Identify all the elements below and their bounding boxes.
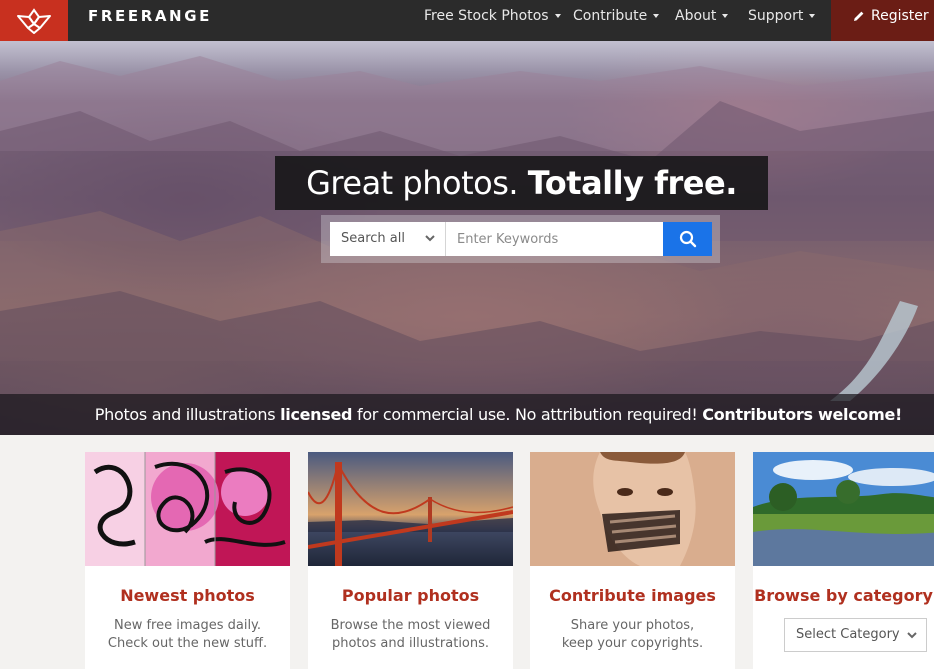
nav-free-stock-photos[interactable]: Free Stock Photos <box>424 0 561 32</box>
nav-label: Contribute <box>573 8 648 24</box>
search-scope-value: Search all <box>341 231 405 246</box>
card-browse-by-category: Browse by category Select Category <box>753 452 934 669</box>
chevron-down-icon <box>907 632 917 639</box>
card-title[interactable]: Newest photos <box>85 586 290 605</box>
top-navbar: FREERANGE Free Stock Photos Contribute A… <box>0 0 934 41</box>
graffiti-thumbnail <box>85 452 290 566</box>
card-description: Share your photos, keep your copyrights. <box>530 617 735 653</box>
search-icon <box>679 230 696 248</box>
card-title[interactable]: Popular photos <box>308 586 513 605</box>
brand-name[interactable]: FREERANGE <box>88 0 212 41</box>
card-title[interactable]: Contribute images <box>530 586 735 605</box>
card-contribute-images[interactable]: Contribute images Share your photos, kee… <box>530 452 735 669</box>
painted-face-thumbnail <box>530 452 735 566</box>
logo[interactable] <box>0 0 68 41</box>
search-bar: Search all <box>321 215 720 263</box>
search-scope-select[interactable]: Search all <box>330 222 446 256</box>
card-desc-line1: Share your photos, <box>570 618 695 633</box>
card-desc-line2: Check out the new stuff. <box>107 636 268 651</box>
meadow-thumbnail <box>753 452 934 566</box>
pencil-icon <box>854 11 864 21</box>
golden-gate-thumbnail <box>308 452 513 566</box>
caret-down-icon <box>554 14 561 18</box>
nav-label: Free Stock Photos <box>424 8 549 24</box>
card-desc-line2: photos and illustrations. <box>331 636 490 651</box>
register-label: Register <box>871 8 929 24</box>
card-desc-line1: Browse the most viewed <box>330 618 491 633</box>
nav-support[interactable]: Support <box>748 0 816 32</box>
card-desc-line2: keep your copyrights. <box>561 636 704 651</box>
nav-about[interactable]: About <box>675 0 729 32</box>
search-button[interactable] <box>663 222 712 256</box>
card-description: New free images daily. Check out the new… <box>85 617 290 653</box>
category-select-value: Select Category <box>796 627 900 642</box>
tagline-licensed: licensed <box>280 405 353 424</box>
hero-headline: Great photos. Totally free. <box>275 156 768 210</box>
nav-label: About <box>675 8 717 24</box>
nav-contribute[interactable]: Contribute <box>573 0 660 32</box>
hero-banner: Great photos. Totally free. Search all P… <box>0 41 934 435</box>
freerange-bird-logo-icon <box>17 7 51 34</box>
search-input[interactable] <box>446 222 663 256</box>
register-button[interactable]: Register <box>831 0 934 41</box>
hero-tagline: Photos and illustrations licensed for co… <box>0 394 934 435</box>
card-description: Browse the most viewed photos and illust… <box>308 617 513 653</box>
chevron-down-icon <box>425 235 435 242</box>
category-select[interactable]: Select Category <box>784 618 927 652</box>
card-newest-photos[interactable]: Newest photos New free images daily. Che… <box>85 452 290 669</box>
card-popular-photos[interactable]: Popular photos Browse the most viewed ph… <box>308 452 513 669</box>
caret-down-icon <box>722 14 729 18</box>
headline-regular: Great photos. <box>306 164 528 202</box>
card-title: Browse by category <box>754 586 933 605</box>
headline-bold: Totally free. <box>527 164 738 202</box>
nav-label: Support <box>748 8 804 24</box>
caret-down-icon <box>653 14 660 18</box>
caret-down-icon <box>809 14 816 18</box>
tagline-part3: for commercial use. No attribution requi… <box>352 405 703 424</box>
tagline-contributors[interactable]: Contributors welcome! <box>702 405 902 424</box>
tagline-part1: Photos and illustrations <box>94 405 281 424</box>
card-desc-line1: New free images daily. <box>113 618 262 633</box>
